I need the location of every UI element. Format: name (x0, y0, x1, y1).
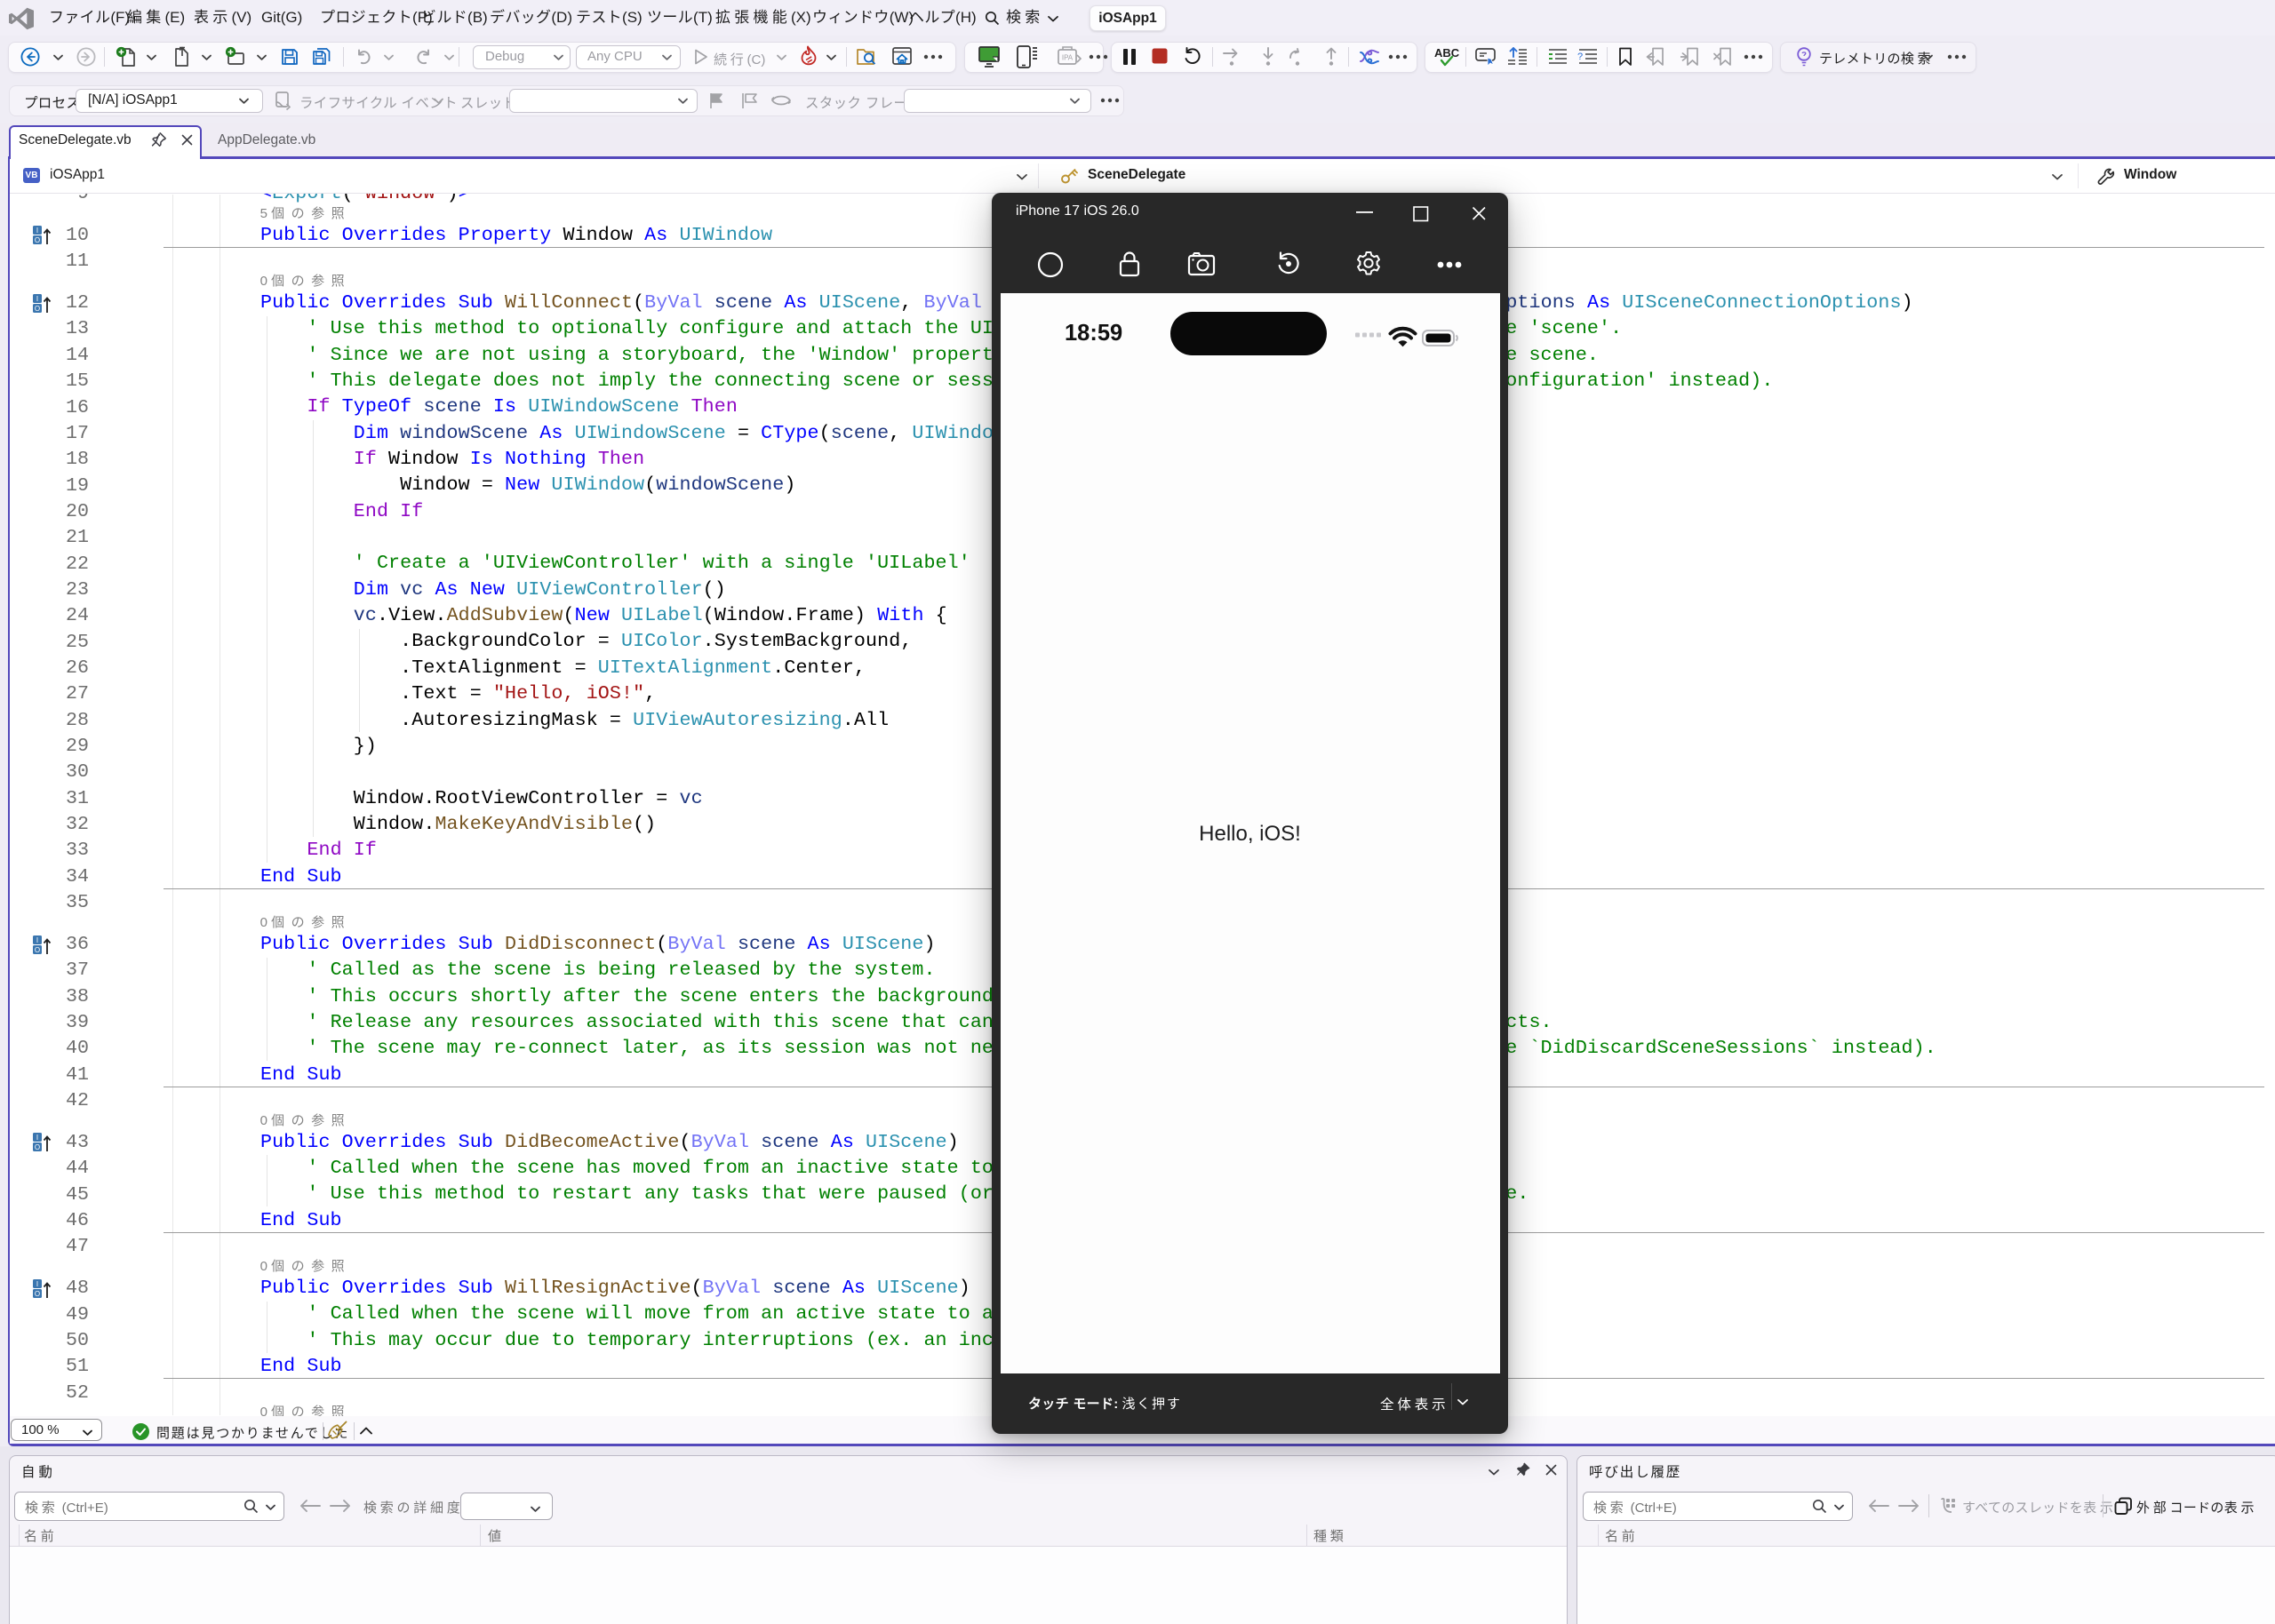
svg-text:I: I (36, 295, 38, 303)
svg-text:O: O (35, 1290, 40, 1298)
svg-text:O: O (35, 946, 40, 954)
svg-text:I: I (36, 227, 38, 235)
svg-text:IPA: IPA (1062, 54, 1074, 62)
svg-text:O: O (35, 1143, 40, 1151)
svg-text:I: I (36, 1134, 38, 1142)
svg-text:?: ? (1577, 52, 1583, 62)
svg-text:I: I (36, 936, 38, 944)
svg-text:ABC: ABC (1434, 46, 1460, 60)
svg-text:O: O (35, 236, 40, 244)
svg-text:I: I (36, 1280, 38, 1288)
svg-text:O: O (35, 305, 40, 313)
